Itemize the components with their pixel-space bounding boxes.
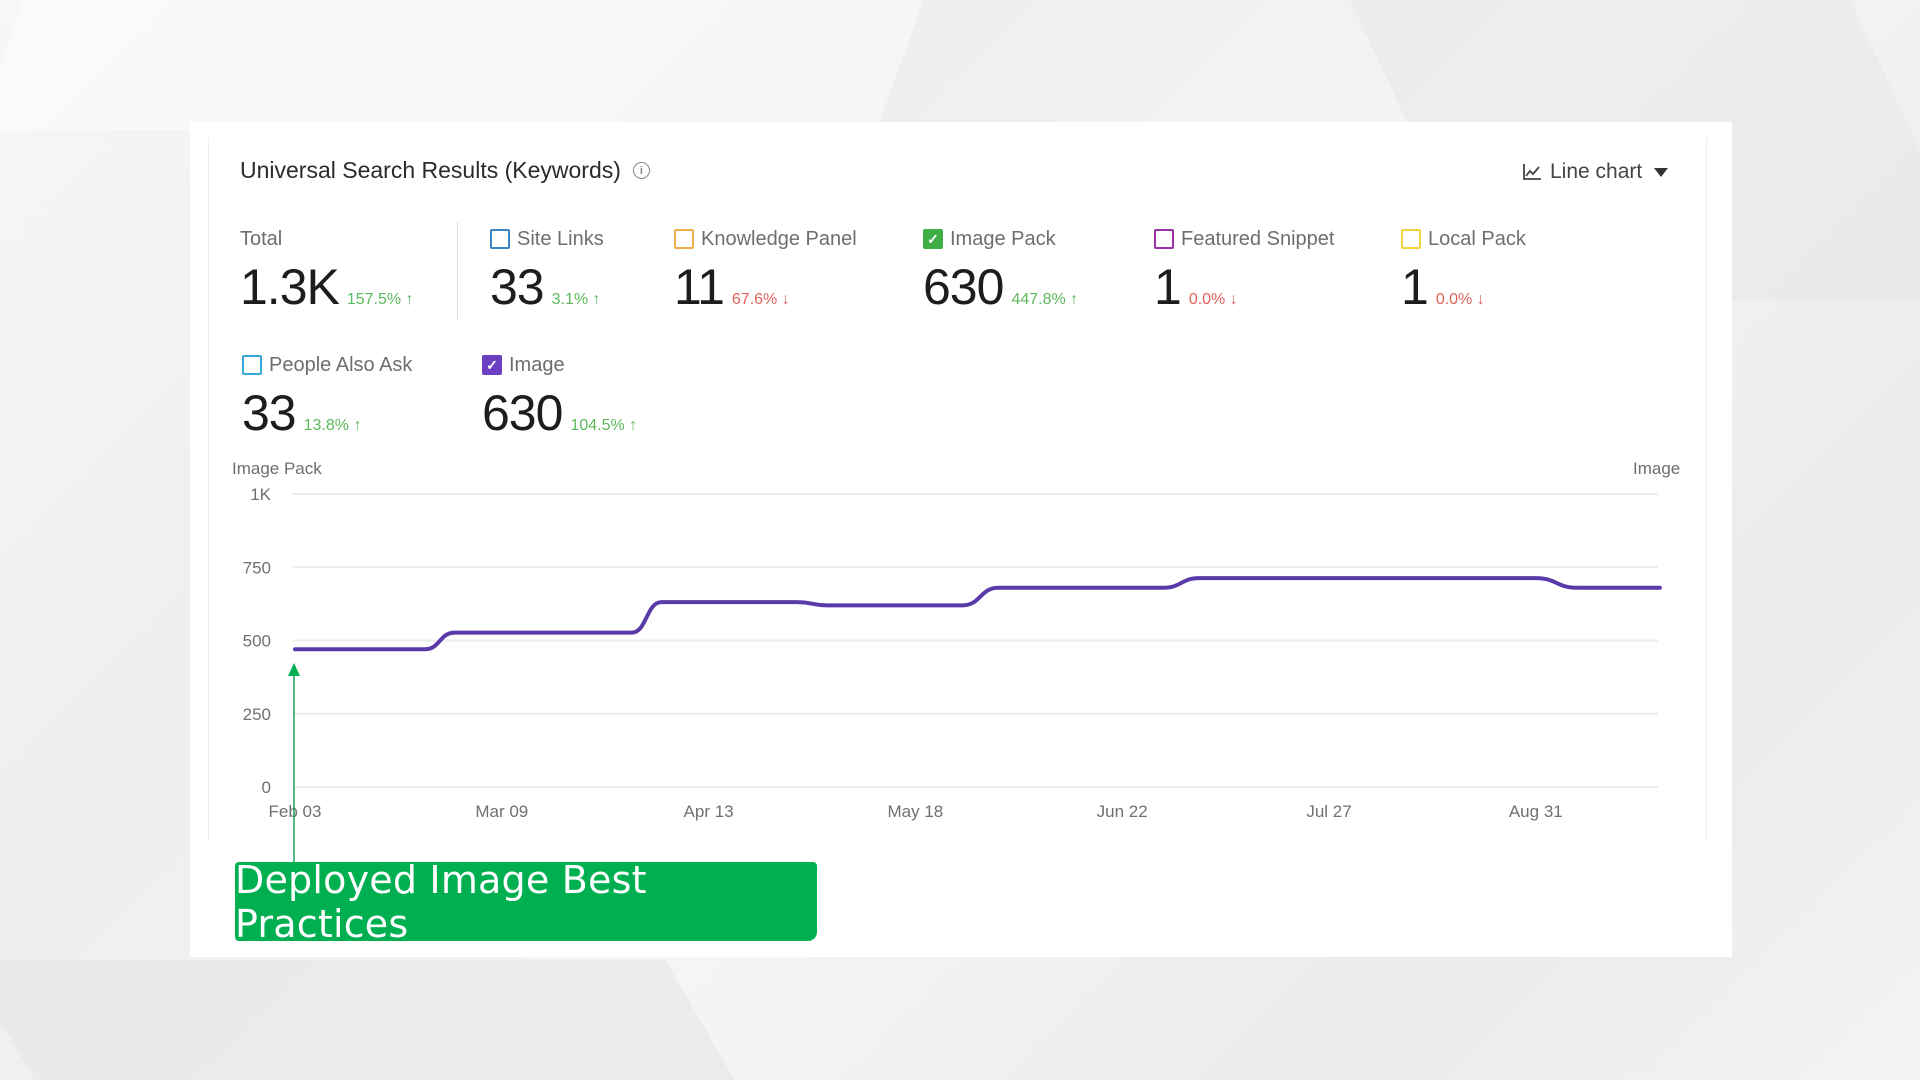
- metric-knowledge-panel[interactable]: Knowledge Panel 11 67.6% ↓: [674, 226, 857, 312]
- metric-label: Image: [509, 353, 565, 376]
- line-chart-icon: [1523, 164, 1541, 180]
- metric-label: Knowledge Panel: [701, 227, 857, 250]
- widget-title: Universal Search Results (Keywords): [240, 157, 621, 183]
- arrow-up-icon: ↑: [1070, 291, 1079, 308]
- metric-label: Image Pack: [950, 227, 1056, 250]
- chart-type-label: Line chart: [1550, 160, 1643, 183]
- metric-featured-snippet[interactable]: Featured Snippet 1 0.0% ↓: [1154, 226, 1334, 312]
- arrow-down-icon: ↓: [1476, 291, 1485, 308]
- metric-image[interactable]: ✓ Image 630 104.5% ↑: [482, 352, 637, 438]
- metric-value: 33: [490, 259, 545, 315]
- annotation-label: Deployed Image Best Practices: [235, 858, 817, 946]
- metric-change: 13.8% ↑: [303, 417, 362, 434]
- caret-down-icon: [1654, 167, 1669, 177]
- metric-change: 0.0% ↓: [1435, 291, 1485, 308]
- metric-label: Featured Snippet: [1181, 227, 1335, 250]
- background-shape: [0, 960, 735, 1080]
- metric-label: Site Links: [517, 227, 604, 250]
- left-axis-title: Image Pack: [232, 459, 322, 478]
- info-icon[interactable]: i: [632, 162, 650, 179]
- arrow-up-icon: ↑: [405, 291, 414, 308]
- metric-value: 630: [923, 259, 1004, 315]
- arrow-up-icon: ↑: [629, 417, 638, 434]
- metric-label: Local Pack: [1428, 227, 1526, 250]
- metric-change: 0.0% ↓: [1188, 291, 1238, 308]
- arrow-up-icon: ↑: [592, 291, 601, 308]
- metric-value: 1.3K: [240, 259, 340, 315]
- metric-change: 3.1% ↑: [551, 291, 601, 308]
- arrow-down-icon: ↓: [781, 291, 790, 308]
- arrow-up-icon: ↑: [353, 417, 362, 434]
- metric-change: 67.6% ↓: [731, 291, 790, 308]
- background-shape: [0, 0, 924, 130]
- right-axis-title: Image: [1633, 459, 1681, 478]
- metric-value: 1: [1401, 259, 1429, 315]
- metric-site-links[interactable]: Site Links 33 3.1% ↑: [490, 226, 604, 312]
- metric-label: People Also Ask: [269, 353, 413, 376]
- local-pack-checkbox[interactable]: [1401, 229, 1421, 249]
- image-pack-checkbox[interactable]: ✓: [923, 229, 943, 249]
- metric-value: 11: [674, 259, 725, 315]
- knowledge-panel-checkbox[interactable]: [674, 229, 694, 249]
- people-also-ask-checkbox[interactable]: [242, 355, 262, 375]
- metric-change: 447.8% ↑: [1011, 291, 1079, 308]
- featured-snippet-checkbox[interactable]: [1154, 229, 1174, 249]
- site-links-checkbox[interactable]: [490, 229, 510, 249]
- metric-divider: [457, 222, 458, 320]
- widget-header: Universal Search Results (Keywords) i: [240, 157, 650, 184]
- metric-local-pack[interactable]: Local Pack 1 0.0% ↓: [1401, 226, 1526, 312]
- metric-value: 1: [1154, 259, 1182, 315]
- chart-type-dropdown[interactable]: Line chart: [1522, 160, 1669, 184]
- metric-total: Total 1.3K 157.5% ↑: [240, 226, 414, 315]
- metric-people-also-ask[interactable]: People Also Ask 33 13.8% ↑: [242, 352, 412, 438]
- metric-change: 104.5% ↑: [570, 417, 638, 434]
- metric-image-pack[interactable]: ✓ Image Pack 630 447.8% ↑: [923, 226, 1078, 312]
- image-checkbox[interactable]: ✓: [482, 355, 502, 375]
- arrow-down-icon: ↓: [1229, 291, 1238, 308]
- metric-value: 630: [482, 385, 563, 441]
- metric-value: 33: [242, 385, 297, 441]
- metric-label: Total: [240, 227, 283, 250]
- metric-change: 157.5% ↑: [346, 291, 414, 308]
